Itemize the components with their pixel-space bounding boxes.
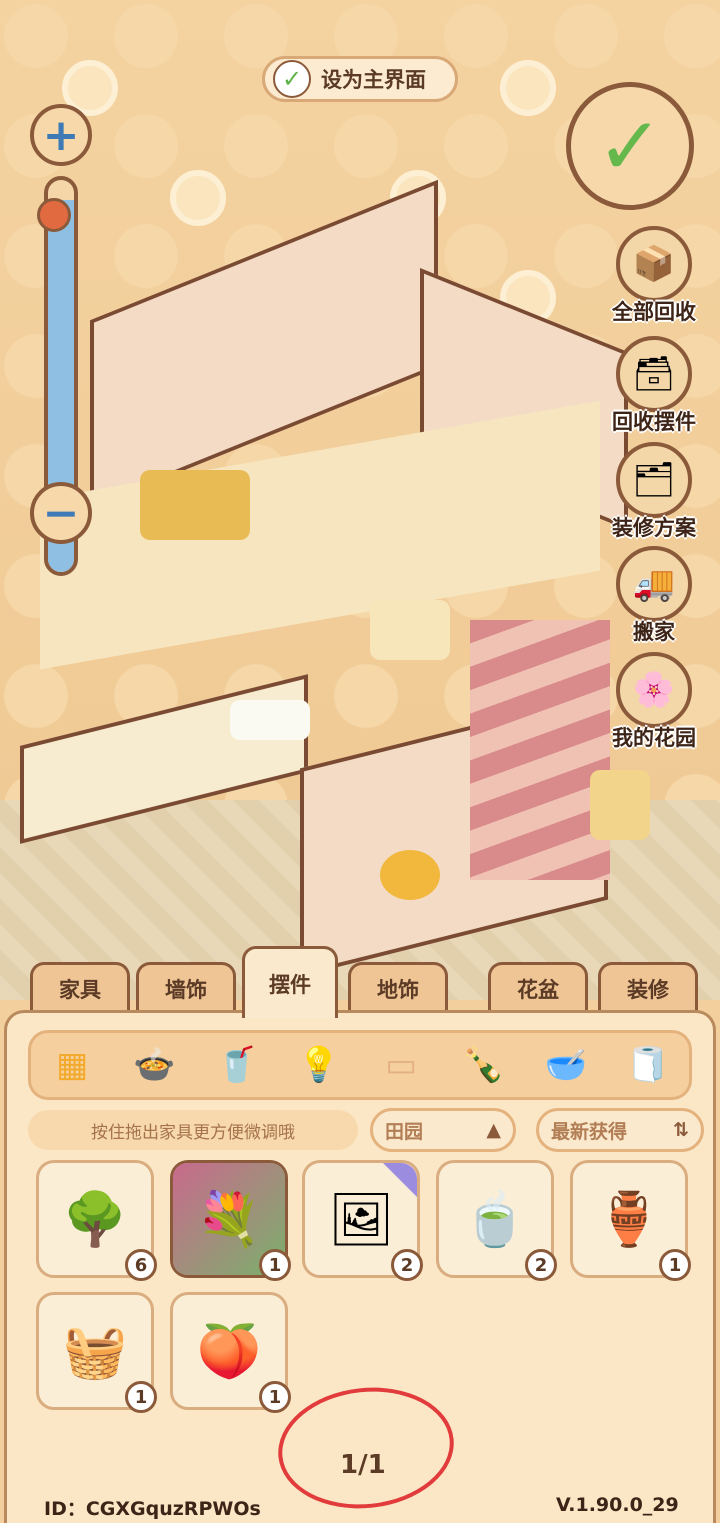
pillow-icon[interactable]: ▭: [375, 1039, 427, 1091]
item-count-badge: 1: [125, 1381, 157, 1413]
item-count-badge: 1: [659, 1249, 691, 1281]
garden-arch-icon: 🌸: [616, 652, 692, 728]
sort-icon: ⇅: [673, 1119, 689, 1141]
tab-3[interactable]: 地饰: [348, 962, 448, 1012]
side-button-decoration-plan[interactable]: 🗂 装修方案: [604, 442, 704, 542]
sort-label: 最新获得: [551, 1120, 628, 1143]
grid-all-icon[interactable]: ▦: [46, 1039, 98, 1091]
sofa[interactable]: [370, 600, 450, 660]
side-button-label: 装修方案: [612, 516, 696, 540]
player-id: ID：CGXGquzRPWOs: [44, 1498, 261, 1520]
tab-4[interactable]: 花盆: [488, 962, 588, 1012]
sun-pattern: [500, 60, 556, 116]
inventory-item-orange-bonsai[interactable]: 🌳 6: [36, 1160, 157, 1281]
page-indicator: 1/1: [340, 1450, 386, 1480]
tab-1[interactable]: 墙饰: [136, 962, 236, 1012]
recycle-ornaments-icon: 🗃: [616, 336, 692, 412]
new-item-flag: [383, 1163, 417, 1197]
zoom-in-button[interactable]: +: [30, 104, 92, 166]
version-label: V.1.90.0_29: [556, 1494, 679, 1516]
decoration-plan-icon: 🗂: [616, 442, 692, 518]
sort-dropdown[interactable]: 最新获得 ⇅: [536, 1108, 704, 1152]
subcategory-bar: ▦ 🍲 🥤 💡 ▭ 🍾 🥣 🧻: [28, 1030, 692, 1100]
pet-bowl-icon[interactable]: 🥣: [540, 1039, 592, 1091]
set-main-screen-label: 设为主界面: [321, 68, 426, 92]
drag-hint: 按住拖出家具更方便微调哦: [28, 1110, 358, 1150]
side-button-recycle-all[interactable]: 📦 全部回收: [604, 226, 704, 326]
style-filter-dropdown[interactable]: 田园 ▲: [370, 1108, 516, 1152]
side-button-recycle-ornaments[interactable]: 🗃 回收摆件: [604, 336, 704, 436]
minus-icon: −: [42, 487, 80, 539]
set-main-screen-toggle[interactable]: ✓ 设为主界面: [262, 56, 458, 102]
pot-icon[interactable]: 🍲: [128, 1039, 180, 1091]
item-count-badge: 2: [391, 1249, 423, 1281]
inventory-item-tea-set[interactable]: 🍵 2: [436, 1160, 557, 1281]
plus-icon: +: [42, 109, 80, 161]
recycle-all-icon: 📦: [616, 226, 692, 302]
staircase: [470, 620, 610, 880]
pineapple-chair[interactable]: [380, 850, 440, 900]
bed[interactable]: [140, 470, 250, 540]
checkmark-icon: ✓: [596, 99, 664, 193]
item-count-badge: 6: [125, 1249, 157, 1281]
filter-label: 田园: [385, 1120, 424, 1143]
side-button-label: 搬家: [633, 620, 675, 644]
inventory-item-fruit-plate[interactable]: 🍑 1: [170, 1292, 291, 1413]
cat-rug[interactable]: [230, 700, 310, 740]
armchair[interactable]: [590, 770, 650, 840]
side-button-label: 回收摆件: [612, 410, 696, 434]
tab-2[interactable]: 摆件: [242, 946, 338, 1018]
bottle-icon[interactable]: 🍾: [457, 1039, 509, 1091]
tissue-roll-icon[interactable]: 🧻: [622, 1039, 674, 1091]
tab-5[interactable]: 装修: [598, 962, 698, 1012]
inventory-item-bamboo-steamer[interactable]: 🧺 1: [36, 1292, 157, 1413]
side-button-garden-arch[interactable]: 🌸 我的花园: [604, 652, 704, 752]
checkmark-icon: ✓: [273, 60, 311, 98]
item-count-badge: 2: [525, 1249, 557, 1281]
tab-0[interactable]: 家具: [30, 962, 130, 1012]
inventory-item-photo-frame[interactable]: 🖼 2: [302, 1160, 423, 1281]
side-button-label: 我的花园: [612, 726, 696, 750]
item-count-badge: 1: [259, 1381, 291, 1413]
inventory-item-flower-bouquet[interactable]: 💐 1: [170, 1160, 291, 1281]
side-button-label: 全部回收: [612, 300, 696, 324]
triangle-up-icon: ▲: [486, 1119, 501, 1141]
confirm-button[interactable]: ✓: [566, 82, 694, 210]
moving-truck-icon: 🚚: [616, 546, 692, 622]
zoom-control[interactable]: + −: [30, 104, 92, 576]
cup-icon[interactable]: 🥤: [211, 1039, 263, 1091]
zoom-out-button[interactable]: −: [30, 482, 92, 544]
side-button-moving-truck[interactable]: 🚚 搬家: [604, 546, 704, 646]
item-count-badge: 1: [259, 1249, 291, 1281]
inventory-item-wine-jar[interactable]: 🏺 1: [570, 1160, 691, 1281]
lamp-icon[interactable]: 💡: [293, 1039, 345, 1091]
